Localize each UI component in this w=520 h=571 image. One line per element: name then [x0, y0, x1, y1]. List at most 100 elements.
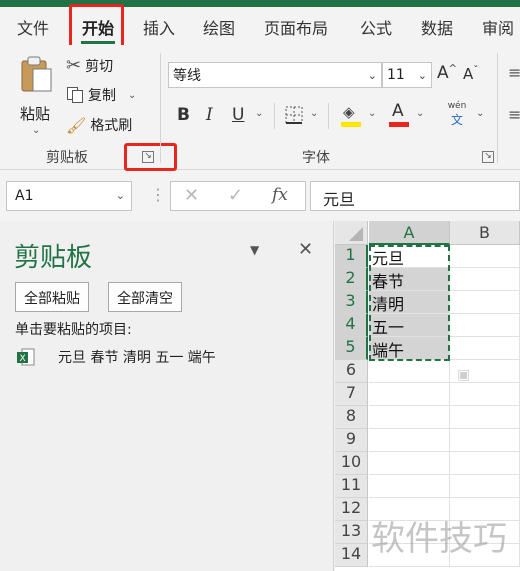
row-header[interactable]: 2 — [335, 268, 368, 291]
increase-font-size-icon[interactable]: A^ — [437, 63, 457, 83]
tab-data[interactable]: 数据 — [421, 15, 453, 39]
row-header[interactable]: 12 — [335, 498, 368, 521]
row-header[interactable]: 6 — [335, 360, 368, 383]
tab-draw[interactable]: 绘图 — [203, 15, 235, 39]
cell-b[interactable] — [450, 475, 520, 498]
row-header[interactable]: 8 — [335, 406, 368, 429]
drag-handle-icon[interactable]: ⋮ — [150, 185, 166, 204]
phonetic-char: 文 — [450, 113, 463, 127]
cell-b[interactable] — [450, 337, 520, 360]
formula-value: 元旦 — [323, 190, 356, 209]
row-header[interactable]: 5 — [335, 337, 368, 360]
font-size-select[interactable]: 11 ⌄ — [382, 62, 432, 88]
tab-formulas[interactable]: 公式 — [360, 15, 392, 39]
cell-a[interactable] — [369, 429, 450, 452]
tab-file[interactable]: 文件 — [17, 15, 49, 39]
clipboard-item-text: 元旦 春节 清明 五一 端午 — [58, 350, 216, 366]
group-separator — [160, 53, 161, 163]
cell-a[interactable] — [369, 406, 450, 429]
cell-b[interactable] — [450, 268, 520, 291]
cell-a[interactable]: 端午 — [369, 337, 450, 360]
cell-a[interactable] — [369, 452, 450, 475]
font-dialog-launcher-icon[interactable]: ↘ — [482, 151, 494, 163]
underline-button[interactable]: U — [232, 105, 244, 125]
chevron-down-icon[interactable]: ⌄ — [128, 90, 136, 101]
row-header[interactable]: 9 — [335, 429, 368, 452]
tab-review[interactable]: 审阅 — [482, 15, 514, 39]
format-painter-button[interactable]: 🖌 格式刷 — [66, 115, 132, 135]
name-box-value: A1 — [15, 188, 34, 204]
font-color-button[interactable]: A — [388, 101, 410, 129]
cell-b[interactable] — [450, 452, 520, 475]
copy-label: 复制 — [88, 88, 116, 104]
align-icon[interactable]: ≡ — [508, 63, 520, 82]
cell-b[interactable] — [450, 406, 520, 429]
row-header[interactable]: 4 — [335, 314, 368, 337]
font-color-letter: A — [392, 101, 404, 121]
paste-button[interactable]: 粘贴 ⌄ — [14, 55, 58, 136]
cut-label: 剪切 — [85, 58, 114, 75]
chevron-down-icon[interactable]: ⌄ — [476, 108, 484, 119]
enter-icon[interactable]: ✓ — [228, 185, 243, 206]
formula-input[interactable]: 元旦 — [310, 181, 520, 211]
copy-button[interactable]: 复制 ⌄ — [66, 85, 136, 105]
chevron-down-icon[interactable]: ⌄ — [368, 108, 376, 119]
clipboard-item[interactable]: X 元旦 春节 清明 五一 端午 — [16, 347, 216, 367]
paste-all-button[interactable]: 全部粘贴 — [15, 282, 89, 312]
name-box[interactable]: A1 ⌄ — [6, 181, 132, 211]
paste-options-icon[interactable]: ▣ — [457, 367, 470, 383]
row-header[interactable]: 3 — [335, 291, 368, 314]
paste-icon — [21, 56, 52, 92]
row-header[interactable]: 13 — [335, 521, 368, 544]
cancel-icon[interactable]: ✕ — [184, 185, 199, 206]
font-color-swatch — [389, 122, 409, 127]
tab-page-layout[interactable]: 页面布局 — [264, 15, 328, 39]
cell-a[interactable]: 春节 — [369, 268, 450, 291]
chevron-down-icon: ⌄ — [417, 68, 427, 82]
cell-a[interactable]: 元旦 — [369, 245, 450, 268]
cell-a[interactable] — [369, 383, 450, 406]
tab-insert[interactable]: 插入 — [143, 15, 175, 39]
cell-b[interactable] — [450, 245, 520, 268]
chevron-down-icon: ⌄ — [32, 125, 41, 136]
cell-a[interactable]: 五一 — [369, 314, 450, 337]
insert-function-icon[interactable]: fx — [272, 185, 288, 205]
column-header-b[interactable]: B — [450, 221, 520, 245]
cell-b[interactable] — [450, 429, 520, 452]
column-header-a[interactable]: A — [369, 221, 450, 245]
fill-color-button[interactable]: ◈ — [340, 103, 362, 129]
excel-icon: X — [17, 348, 35, 366]
clear-all-button[interactable]: 全部清空 — [108, 282, 182, 312]
italic-button[interactable]: I — [206, 105, 213, 125]
cell-b[interactable] — [450, 291, 520, 314]
close-icon[interactable]: ✕ — [298, 239, 313, 260]
chevron-down-icon[interactable]: ⌄ — [255, 108, 263, 119]
separator — [328, 103, 329, 129]
font-name-select[interactable]: 等线 ⌄ — [168, 62, 382, 88]
row-header[interactable]: 7 — [335, 383, 368, 406]
row-header[interactable]: 1 — [335, 245, 368, 268]
pane-hint: 单击要粘贴的项目: — [15, 322, 132, 338]
decrease-font-size-icon[interactable]: Aˇ — [463, 65, 478, 83]
watermark: 软件技巧 — [371, 519, 507, 559]
cell-a[interactable]: 清明 — [369, 291, 450, 314]
phonetic-guide-button[interactable]: wén 文 — [442, 101, 472, 131]
chevron-down-icon[interactable]: ⌄ — [310, 108, 318, 119]
select-all-corner[interactable] — [335, 221, 368, 245]
font-name-value: 等线 — [173, 68, 201, 84]
separator — [274, 103, 275, 129]
cell-b[interactable] — [450, 314, 520, 337]
cell-a[interactable] — [369, 360, 450, 383]
chevron-down-icon[interactable]: ⌄ — [416, 108, 424, 119]
bold-button[interactable]: B — [177, 105, 190, 125]
align-icon[interactable]: ≡ — [508, 105, 520, 124]
borders-icon[interactable] — [284, 105, 304, 125]
cell-b[interactable] — [450, 383, 520, 406]
row-header[interactable]: 14 — [335, 544, 368, 567]
pane-options-icon[interactable]: ▼ — [250, 243, 259, 257]
cut-button[interactable]: ✂ 剪切 — [66, 55, 113, 76]
row-header[interactable]: 11 — [335, 475, 368, 498]
worksheet-grid[interactable]: A B 1 元旦 2 春节 3 清明 4 五一 5 端午 6 7 8 9 10 11 12 13 14 ▣ 软件技巧 — [335, 221, 520, 571]
cell-a[interactable] — [369, 475, 450, 498]
row-header[interactable]: 10 — [335, 452, 368, 475]
